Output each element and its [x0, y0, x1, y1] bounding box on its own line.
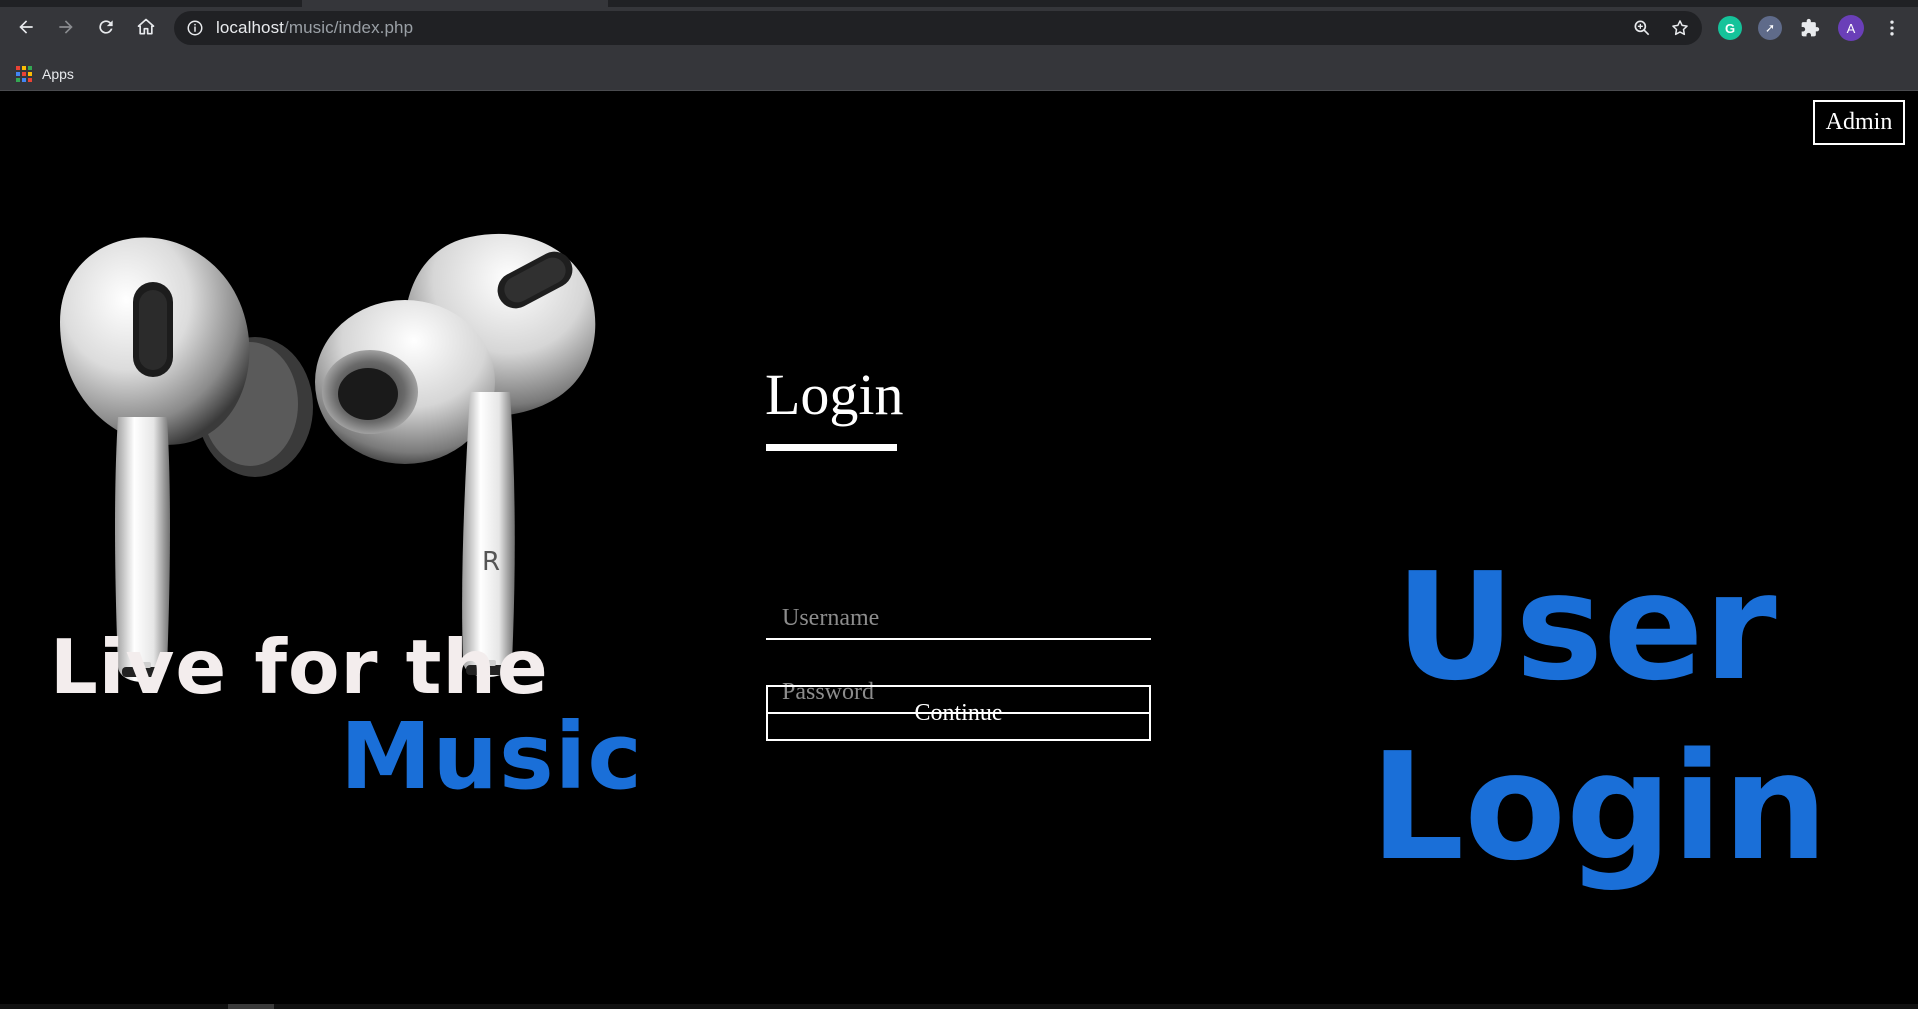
login-title-underline: [766, 444, 897, 451]
back-arrow-icon: [19, 20, 33, 34]
page-viewport: Admin R Live for the Music Login Usernam…: [0, 92, 1918, 1009]
reload-icon: [99, 20, 113, 34]
puzzle-piece-icon: [1801, 18, 1820, 37]
login-heading: Login: [1370, 721, 1829, 893]
cursor-extension-glyph: ➚: [1764, 21, 1776, 35]
bookmark-apps-label: Apps: [42, 66, 74, 82]
home-icon: [137, 18, 155, 35]
active-tab[interactable]: [302, 0, 608, 7]
address-bar[interactable]: localhost/music/index.php: [174, 11, 1702, 45]
profile-avatar[interactable]: A: [1838, 15, 1864, 41]
home-button[interactable]: [132, 13, 160, 41]
tab-strip: [0, 0, 1918, 7]
bookmark-apps[interactable]: Apps: [16, 65, 74, 83]
cursor-extension-icon[interactable]: ➚: [1758, 16, 1782, 40]
admin-button[interactable]: Admin: [1813, 100, 1905, 145]
right-earbud: R: [315, 233, 596, 677]
back-button[interactable]: [12, 13, 40, 41]
scrollbar-thumb[interactable]: [228, 1004, 274, 1009]
profile-initial: A: [1846, 20, 1856, 36]
bookmark-star-icon[interactable]: [1670, 18, 1690, 38]
tagline-line-2: Music: [340, 703, 643, 810]
earbud-r-marking: R: [482, 547, 500, 577]
url-path: /music/index.php: [284, 18, 414, 37]
horizontal-scrollbar[interactable]: [0, 1004, 1918, 1009]
reload-button[interactable]: [92, 13, 120, 41]
continue-button[interactable]: Continue: [766, 685, 1151, 741]
forward-arrow-icon: [59, 20, 73, 34]
kebab-menu-icon: [1890, 20, 1894, 36]
left-earbud: [60, 237, 313, 682]
tagline-line-1: Live for the: [50, 623, 549, 711]
user-heading: User: [1395, 541, 1777, 713]
login-title: Login: [765, 362, 904, 427]
browser-menu-button[interactable]: [1880, 16, 1904, 40]
zoom-icon[interactable]: [1632, 18, 1652, 38]
url-text[interactable]: localhost/music/index.php: [216, 18, 413, 38]
username-input[interactable]: [766, 584, 1151, 640]
url-host: localhost: [216, 18, 284, 37]
grammarly-icon[interactable]: G: [1718, 16, 1742, 40]
forward-button[interactable]: [52, 13, 80, 41]
bookmarks-bar: Apps: [0, 56, 1918, 91]
site-info-icon[interactable]: [186, 19, 204, 37]
apps-grid-icon: [16, 66, 32, 82]
grammarly-glyph: G: [1724, 20, 1736, 36]
browser-toolbar: localhost/music/index.php G ➚ A: [0, 0, 1918, 56]
extensions-puzzle-icon[interactable]: [1798, 16, 1822, 40]
